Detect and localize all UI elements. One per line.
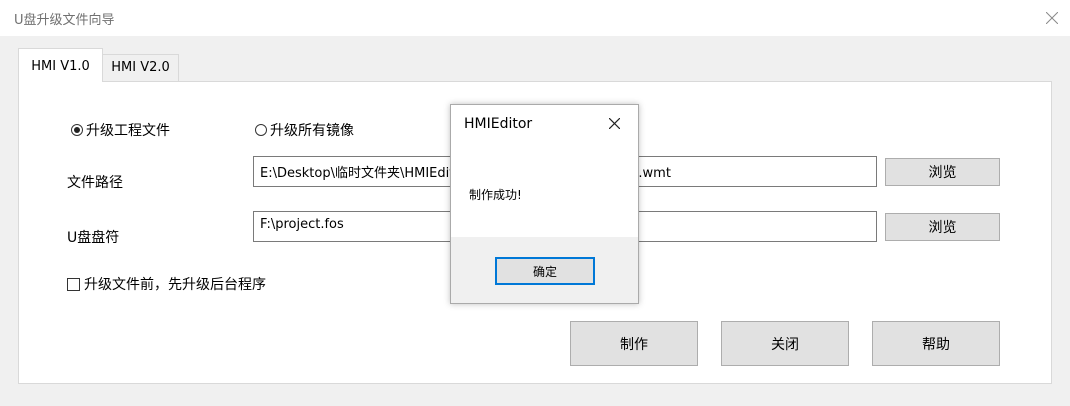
tab-hmi-v1[interactable]: HMI V1.0 [18, 48, 103, 82]
radio-unchecked-icon [255, 124, 267, 136]
radio-label: 升级工程文件 [86, 123, 170, 139]
browse-udisk-button[interactable]: 浏览 [885, 213, 1000, 241]
radio-label: 升级所有镜像 [270, 123, 354, 139]
window-close-button[interactable] [1034, 0, 1070, 36]
browse-file-button[interactable]: 浏览 [885, 158, 1000, 186]
checkbox-unchecked-icon [67, 277, 80, 291]
help-button[interactable]: 帮助 [872, 321, 1000, 366]
udisk-label: U盘盘符 [67, 230, 120, 246]
tab-hmi-v2[interactable]: HMI V2.0 [103, 54, 179, 82]
radio-checked-icon [71, 124, 83, 136]
title-bar: U盘升级文件向导 [0, 0, 1070, 36]
upgrade-backend-checkbox[interactable]: 升级文件前，先升级后台程序 [67, 274, 266, 294]
ok-button[interactable]: 确定 [495, 257, 595, 285]
close-icon [609, 118, 620, 129]
radio-upgrade-all-images[interactable]: 升级所有镜像 [255, 120, 354, 140]
radio-upgrade-project[interactable]: 升级工程文件 [71, 120, 170, 140]
dialog-message: 制作成功! [469, 188, 522, 202]
make-button[interactable]: 制作 [570, 321, 698, 366]
window-title: U盘升级文件向导 [14, 13, 115, 28]
close-button[interactable]: 关闭 [721, 321, 849, 366]
close-icon [1046, 12, 1058, 24]
file-path-label: 文件路径 [67, 175, 123, 191]
dialog-footer: 确定 [451, 237, 638, 303]
checkbox-label: 升级文件前，先升级后台程序 [84, 277, 266, 293]
dialog-close-button[interactable] [601, 111, 629, 137]
dialog-title: HMIEditor [464, 116, 533, 132]
success-dialog: HMIEditor 制作成功! 确定 [450, 104, 639, 304]
